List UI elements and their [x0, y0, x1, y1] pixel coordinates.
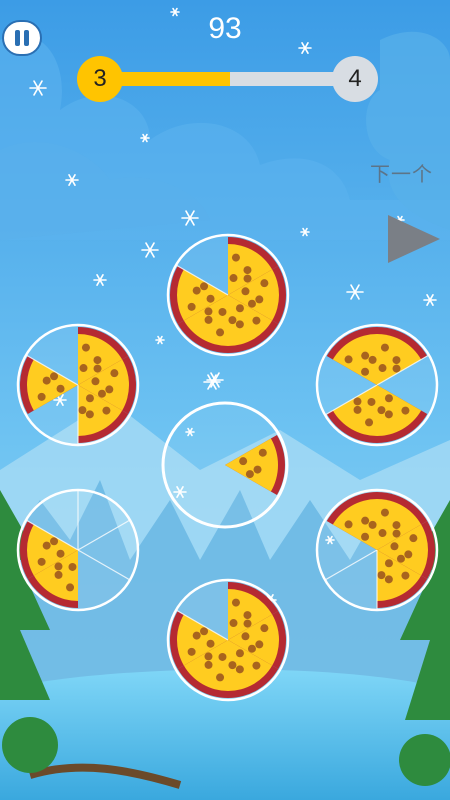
pause-icon	[15, 30, 20, 46]
next-level-badge: 4	[332, 56, 378, 102]
bottom-plate[interactable]	[166, 578, 290, 702]
pause-button[interactable]	[2, 20, 42, 56]
game-scene	[0, 0, 450, 800]
upper-left-plate[interactable]	[16, 323, 140, 447]
pause-icon-bar	[24, 30, 29, 46]
top-plate[interactable]	[166, 233, 290, 357]
lower-left-plate[interactable]	[16, 488, 140, 612]
upper-right-plate[interactable]	[315, 323, 439, 447]
score-display: 93	[208, 12, 242, 45]
center-plate[interactable]	[161, 401, 289, 529]
lower-right-plate[interactable]	[315, 488, 439, 612]
level-progress-bar	[90, 72, 360, 86]
current-level-badge: 3	[77, 56, 123, 102]
next-label: 下一个	[370, 162, 433, 186]
play-arrow-icon[interactable]	[388, 215, 440, 263]
